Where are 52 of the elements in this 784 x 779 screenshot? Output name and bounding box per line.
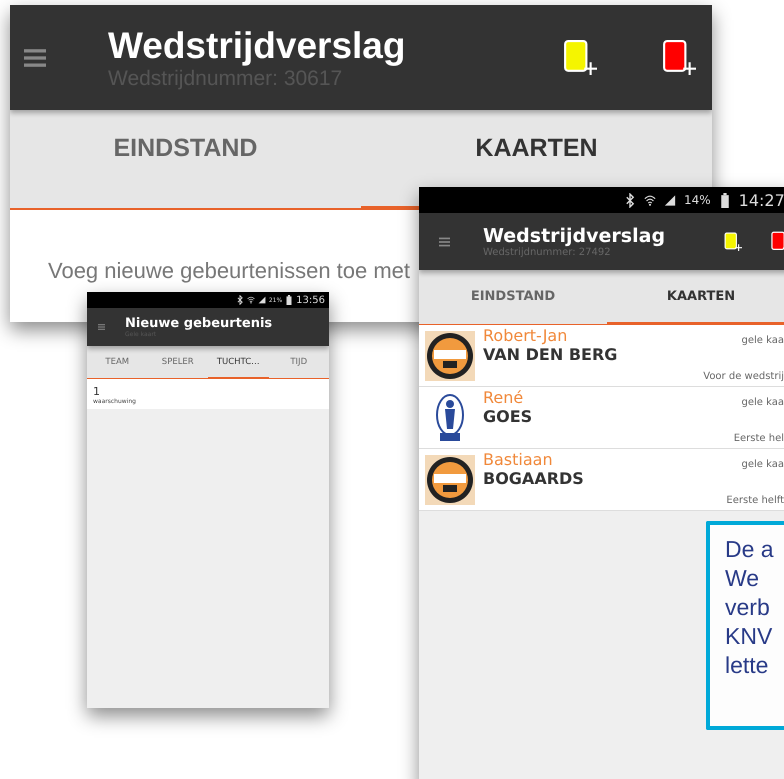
player-last-name: BOGAARDS bbox=[483, 469, 585, 488]
player-first-name: Bastiaan bbox=[483, 450, 554, 469]
bluetooth-icon bbox=[236, 295, 244, 305]
tab[interactable]: KAARTEN bbox=[607, 270, 784, 322]
player-first-name: René bbox=[483, 388, 524, 407]
callout-text: verb bbox=[725, 593, 771, 622]
battery-icon bbox=[718, 192, 731, 208]
callout-text: De a bbox=[725, 535, 775, 564]
signal-icon bbox=[664, 192, 676, 208]
clock-time: 14:27 bbox=[738, 190, 784, 210]
club-logo-icon bbox=[425, 331, 475, 381]
battery-icon bbox=[285, 295, 294, 305]
callout-text: We bbox=[725, 564, 760, 593]
card-moment: Voor de wedstrij bbox=[703, 371, 784, 382]
tab[interactable]: TIJD bbox=[268, 346, 329, 377]
add-card-icon[interactable] bbox=[662, 38, 696, 78]
tab[interactable]: TUCHTC… bbox=[208, 346, 268, 377]
item-number: 1 bbox=[93, 385, 101, 398]
card-row[interactable]: Bastiaan BOGAARDS gele kaa Eerste helft bbox=[419, 449, 784, 511]
menu-icon[interactable] bbox=[439, 236, 450, 248]
screen-title: Nieuwe gebeurtenis bbox=[125, 316, 274, 331]
tab[interactable]: TEAM bbox=[87, 346, 148, 377]
tab[interactable]: SPELER bbox=[148, 346, 208, 377]
menu-icon[interactable] bbox=[24, 46, 46, 68]
player-last-name: VAN DEN BERG bbox=[483, 345, 618, 364]
clock-time: 13:56 bbox=[296, 294, 325, 306]
card-type: gele kaa bbox=[742, 335, 784, 346]
add-card-icon[interactable] bbox=[724, 230, 742, 252]
battery-percentage: 14% bbox=[684, 193, 711, 207]
card-type: gele kaa bbox=[742, 397, 784, 408]
screen-title: Wedstrijdverslag bbox=[108, 24, 406, 66]
empty-message: Voeg nieuwe gebeurtenissen toe met bbox=[48, 258, 410, 284]
add-card-icon[interactable] bbox=[563, 38, 597, 78]
wifi-icon bbox=[644, 192, 656, 208]
player-first-name: Robert-Jan bbox=[483, 326, 568, 345]
callout-text: lette bbox=[725, 651, 770, 680]
card-row[interactable]: Robert-Jan VAN DEN BERG gele kaa Voor de wedstrij bbox=[419, 325, 784, 387]
wifi-icon bbox=[246, 295, 255, 305]
bluetooth-icon bbox=[624, 192, 636, 208]
tab[interactable]: KAARTEN bbox=[361, 110, 712, 186]
menu-icon[interactable] bbox=[98, 323, 105, 331]
card-row[interactable]: René GOES gele kaa Eerste hel bbox=[419, 387, 784, 449]
callout-text: KNV bbox=[725, 622, 774, 651]
card-type: gele kaa bbox=[742, 459, 784, 470]
player-last-name: GOES bbox=[483, 407, 534, 426]
signal-icon bbox=[258, 295, 266, 305]
card-moment: Eerste helft bbox=[726, 495, 784, 506]
tab[interactable]: EINDSTAND bbox=[10, 110, 361, 186]
tab[interactable]: EINDSTAND bbox=[419, 270, 607, 322]
club-logo-icon bbox=[425, 455, 475, 505]
screen-title: Wedstrijdverslag bbox=[483, 225, 666, 247]
card-moment: Eerste hel bbox=[734, 433, 784, 444]
